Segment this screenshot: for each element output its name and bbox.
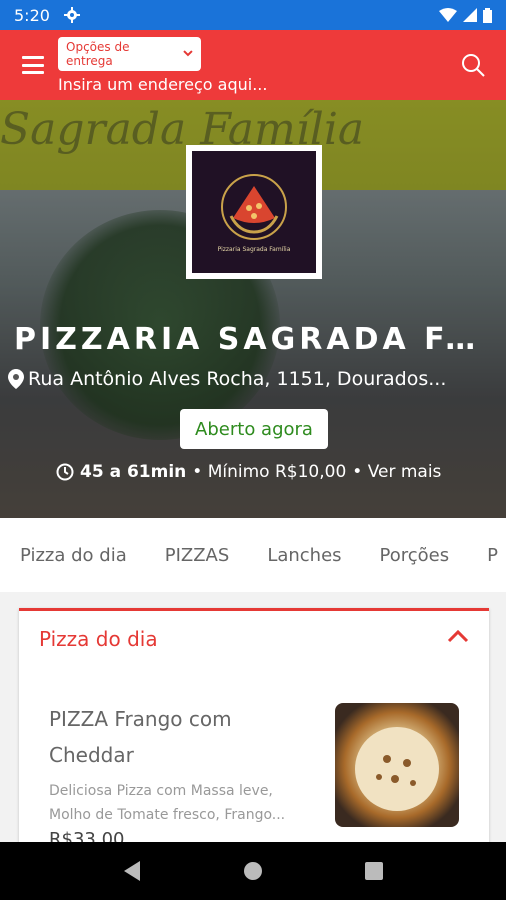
system-nav-bar	[0, 842, 506, 900]
category-tabs: Pizza do dia PIZZAS Lanches Porções P	[0, 518, 506, 592]
section-header[interactable]: Pizza do dia	[19, 611, 489, 667]
signal-icon	[463, 8, 477, 22]
address-text: Rua Antônio Alves Rocha, 1151, Dourados.…	[28, 368, 447, 390]
menu-item-photo	[335, 703, 459, 827]
home-icon[interactable]	[242, 860, 264, 882]
restaurant-logo: Pizzaria Sagrada Família	[186, 145, 322, 279]
settings-gear-icon	[63, 7, 80, 23]
chevron-up-icon[interactable]	[447, 629, 469, 643]
menu-item-name: PIZZA Frango com Cheddar	[49, 707, 232, 767]
tab-lanches[interactable]: Lanches	[267, 545, 341, 566]
chevron-down-icon	[183, 50, 193, 57]
tab-pizza-do-dia[interactable]: Pizza do dia	[20, 545, 127, 566]
section-title: Pizza do dia	[39, 627, 158, 651]
app-bar: Opções de entrega	[0, 30, 506, 100]
menu-item-description: Deliciosa Pizza com Massa leve, Molho de…	[49, 783, 286, 823]
clock-icon	[56, 463, 74, 481]
restaurant-address: Rua Antônio Alves Rocha, 1151, Dourados.…	[8, 368, 502, 390]
tab-more[interactable]: P	[487, 545, 498, 566]
hamburger-menu-icon[interactable]	[22, 56, 44, 74]
location-pin-icon	[8, 369, 24, 389]
delivery-options-label: Opções de entrega	[66, 39, 130, 68]
battery-icon	[483, 7, 492, 23]
status-time: 5:20	[14, 5, 50, 25]
address-input[interactable]	[58, 74, 358, 94]
search-icon[interactable]	[460, 52, 486, 78]
delivery-options-dropdown[interactable]: Opções de entrega	[58, 36, 201, 71]
pizza-logo-icon	[221, 173, 287, 240]
menu-section-pizza-do-dia: Pizza do dia PIZZA Frango com Cheddar De…	[19, 608, 489, 850]
open-status-badge: Aberto agora	[180, 409, 328, 449]
delivery-selector: Opções de entrega	[58, 36, 358, 94]
delivery-time: 45 a 61min	[80, 462, 187, 482]
minimum-order: • Mínimo R$10,00	[192, 462, 347, 482]
restaurant-info-line: 45 a 61min • Mínimo R$10,00 • Ver mais	[56, 462, 441, 482]
logo-caption: Pizzaria Sagrada Família	[217, 245, 291, 253]
status-bar: 5:20	[0, 0, 506, 30]
pizza-photo-icon	[355, 727, 439, 811]
back-icon[interactable]	[122, 860, 142, 882]
restaurant-name: PIZZARIA SAGRADA FA...	[14, 322, 494, 357]
tab-porcoes[interactable]: Porções	[380, 545, 450, 566]
recents-icon[interactable]	[364, 861, 384, 881]
see-more-link[interactable]: • Ver mais	[352, 462, 441, 482]
tab-pizzas[interactable]: PIZZAS	[165, 545, 230, 566]
wifi-icon	[439, 8, 457, 22]
